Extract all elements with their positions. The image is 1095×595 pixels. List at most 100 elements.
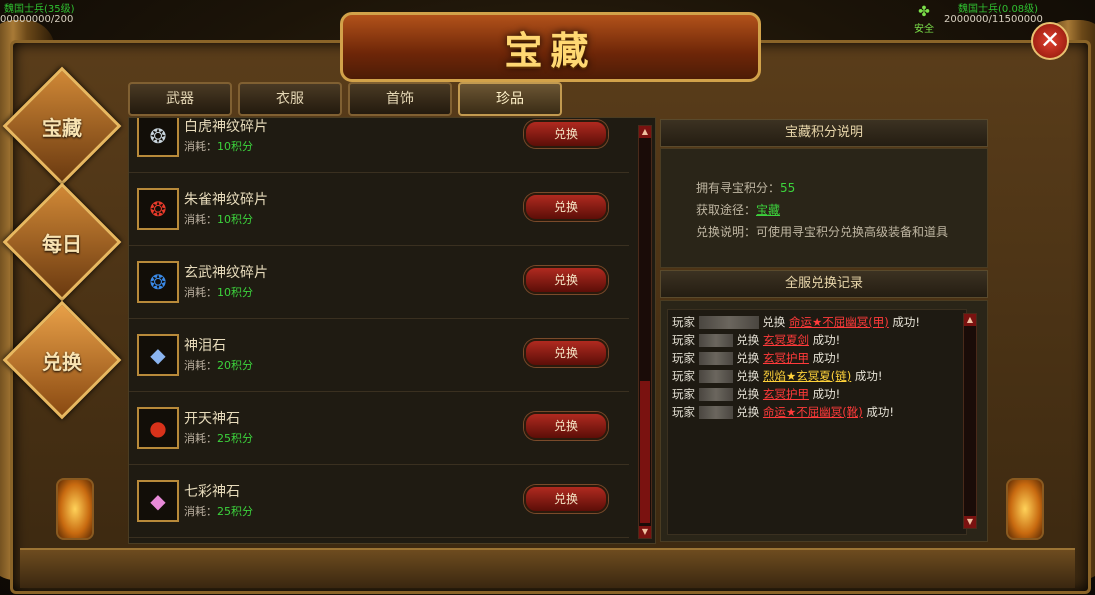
tab-weapons[interactable]: 武器 bbox=[128, 82, 232, 116]
sky-opening-stone-icon: ● bbox=[137, 407, 179, 449]
points-row: 拥有寻宝积分：55 bbox=[696, 179, 795, 196]
points-info-box: 拥有寻宝积分：55 获取途径：宝藏 兑换说明：可使用寻宝积分兑换高级装备和道具 bbox=[660, 148, 988, 268]
item-cost-prefix: 消耗： bbox=[184, 140, 217, 153]
item-name: 白虎神纹碎片 bbox=[184, 119, 268, 135]
item-cost-value: 10积分 bbox=[217, 286, 253, 299]
log-suffix: 成功! bbox=[812, 351, 841, 365]
exchange-button[interactable]: 兑换 bbox=[524, 266, 608, 294]
log-item-link[interactable]: 命运★不屈幽冥(靴) bbox=[763, 405, 863, 419]
item-name: 朱雀神纹碎片 bbox=[184, 192, 268, 208]
close-button[interactable]: ✕ bbox=[1031, 22, 1069, 60]
log-row: 玩家 兑换 命运★不屈幽冥(靴) 成功! bbox=[672, 404, 894, 420]
lantern-icon bbox=[56, 478, 94, 540]
log-item-link[interactable]: 玄冥夏剑 bbox=[763, 333, 809, 347]
item-glyph: ◆ bbox=[150, 489, 166, 513]
tab-jewelry[interactable]: 首饰 bbox=[348, 82, 452, 116]
safe-leaf-icon: ✤ bbox=[918, 4, 930, 20]
exchange-button[interactable]: 兑换 bbox=[524, 412, 608, 440]
log-prefix: 玩家 bbox=[672, 387, 695, 401]
source-label: 获取途径： bbox=[696, 203, 757, 217]
item-cost: 消耗：10积分 bbox=[184, 284, 253, 300]
list-item: ❂ 朱雀神纹碎片 消耗：10积分 兑换 bbox=[129, 173, 629, 246]
log-row: 玩家 兑换 烈焰★玄冥夏(链) 成功! bbox=[672, 368, 883, 384]
item-glyph: ● bbox=[149, 416, 167, 440]
bottom-frame-bar bbox=[20, 548, 1075, 588]
log-suffix: 成功! bbox=[866, 405, 895, 419]
item-glyph: ◆ bbox=[150, 343, 166, 367]
desc-text: 可使用寻宝积分兑换高级装备和道具 bbox=[756, 225, 949, 239]
log-action: 兑换 bbox=[762, 315, 786, 329]
item-cost-value: 20积分 bbox=[217, 359, 253, 372]
item-cost-prefix: 消耗： bbox=[184, 432, 217, 445]
log-action: 兑换 bbox=[736, 333, 760, 347]
blurred-player-name bbox=[698, 370, 733, 383]
item-cost: 消耗：10积分 bbox=[184, 211, 253, 227]
list-item: ◆ 七彩神石消耗：25积分 兑换 bbox=[129, 465, 629, 538]
desc-label: 兑换说明： bbox=[696, 225, 757, 239]
exchange-button[interactable]: 兑换 bbox=[524, 339, 608, 367]
log-row: 玩家 兑换 玄冥护甲 成功! bbox=[672, 386, 840, 402]
item-cost: 消耗：25积分 bbox=[184, 503, 253, 519]
log-row: 玩家 兑换 玄冥夏剑 成功! bbox=[672, 332, 840, 348]
log-suffix: 成功! bbox=[892, 315, 921, 329]
log-scroll-up-arrow-icon[interactable]: ▲ bbox=[964, 314, 976, 326]
side-nav-treasure-label: 宝藏 bbox=[41, 115, 82, 140]
title-plate: 宝藏 bbox=[340, 12, 761, 82]
log-suffix: 成功! bbox=[812, 333, 841, 347]
log-suffix: 成功! bbox=[812, 387, 841, 401]
top-right-player-name: 魏国士兵(0.08级) bbox=[958, 4, 1039, 15]
item-name: 玄武神纹碎片 bbox=[184, 265, 268, 281]
log-suffix: 成功! bbox=[854, 369, 883, 383]
item-cost: 消耗：25积分 bbox=[184, 430, 253, 446]
exchange-item-list: ❂ 白虎神纹碎片 消耗：10积分 兑换 ❂ 朱雀神纹碎片 消耗：10积分 兑换 ❂ 玄武神纹碎片消… bbox=[128, 117, 656, 544]
log-prefix: 玩家 bbox=[672, 369, 695, 383]
log-item-link[interactable]: 玄冥护甲 bbox=[763, 351, 809, 365]
blurred-player-name bbox=[698, 352, 733, 365]
item-cost: 消耗：20积分 bbox=[184, 357, 253, 373]
exchange-button[interactable]: 兑换 bbox=[524, 120, 608, 148]
close-icon: ✕ bbox=[1039, 26, 1061, 54]
log-scroll-down-arrow-icon[interactable]: ▼ bbox=[964, 516, 976, 528]
log-action: 兑换 bbox=[736, 351, 760, 365]
item-list-scrollbar[interactable]: ▲ ▼ bbox=[638, 125, 652, 539]
log-item-link[interactable]: 烈焰★玄冥夏(链) bbox=[763, 369, 851, 383]
category-tabs: 武器 衣服 首饰 珍品 bbox=[128, 82, 562, 116]
desc-row: 兑换说明：可使用寻宝积分兑换高级装备和道具 bbox=[696, 223, 948, 240]
scroll-thumb[interactable] bbox=[640, 381, 650, 523]
scroll-up-arrow-icon[interactable]: ▲ bbox=[639, 126, 651, 138]
side-nav-daily-label: 每日 bbox=[41, 231, 82, 256]
item-glyph: ❂ bbox=[149, 270, 167, 294]
top-left-value: 00000000/200 bbox=[0, 14, 74, 25]
blurred-player-name bbox=[698, 406, 733, 419]
log-action: 兑换 bbox=[736, 387, 760, 401]
list-item: ● 开天神石 消耗：25积分 兑换 bbox=[129, 392, 629, 465]
item-glyph: ❂ bbox=[149, 124, 167, 148]
item-glyph: ❂ bbox=[149, 197, 167, 221]
exchange-button[interactable]: 兑换 bbox=[524, 193, 608, 221]
list-item: ❂ 白虎神纹碎片 消耗：10积分 兑换 bbox=[129, 118, 629, 173]
log-item-link[interactable]: 玄冥护甲 bbox=[763, 387, 809, 401]
top-left-player-name: 魏国士兵(35级) bbox=[4, 4, 75, 15]
scroll-down-arrow-icon[interactable]: ▼ bbox=[639, 526, 651, 538]
list-item: ◆ 神泪石 消耗：20积分 兑换 bbox=[129, 319, 629, 392]
tab-treasures[interactable]: 珍品 bbox=[458, 82, 562, 116]
log-prefix: 玩家 bbox=[672, 351, 695, 365]
exchange-log-list: 玩家 兑换 命运★不屈幽冥(甲) 成功! 玩家 兑换 玄冥夏剑 成功! 玩家 兑换 … bbox=[667, 309, 967, 535]
exchange-log-header: 全服兑换记录 bbox=[660, 270, 988, 298]
item-cost-value: 10积分 bbox=[217, 213, 253, 226]
log-item-link[interactable]: 命运★不屈幽冥(甲) bbox=[789, 315, 889, 329]
source-link[interactable]: 宝藏 bbox=[756, 203, 780, 217]
item-cost-prefix: 消耗： bbox=[184, 359, 217, 372]
tab-clothes[interactable]: 衣服 bbox=[238, 82, 342, 116]
blurred-player-name bbox=[698, 388, 733, 401]
exchange-button[interactable]: 兑换 bbox=[524, 485, 608, 513]
log-prefix: 玩家 bbox=[672, 405, 695, 419]
item-cost-value: 25积分 bbox=[217, 432, 253, 445]
item-cost-prefix: 消耗： bbox=[184, 505, 217, 518]
item-cost-value: 25积分 bbox=[217, 505, 253, 518]
safe-label: 安全 bbox=[914, 24, 934, 35]
top-right-value: 2000000/11500000 bbox=[944, 14, 1043, 25]
blurred-player-name bbox=[698, 316, 759, 329]
log-scrollbar[interactable]: ▲ ▼ bbox=[963, 313, 977, 529]
item-name: 七彩神石 bbox=[184, 484, 240, 500]
